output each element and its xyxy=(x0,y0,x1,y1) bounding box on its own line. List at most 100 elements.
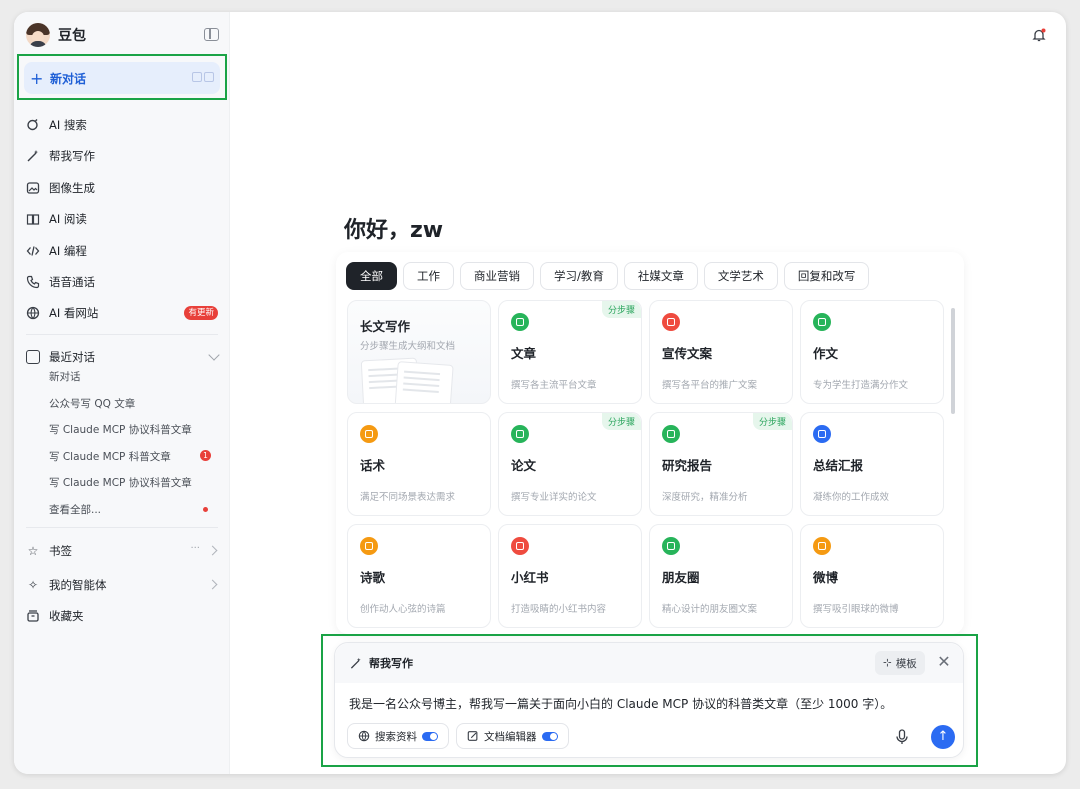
template-card[interactable]: 小红书打造吸睛的小红书内容 xyxy=(498,524,642,628)
card-icon xyxy=(662,313,680,331)
card-description: 撰写各主流平台文章 xyxy=(511,380,597,391)
card-icon xyxy=(360,425,378,443)
template-card[interactable]: 分步骤 文章 撰写各主流平台文章 xyxy=(498,300,642,404)
card-description: 撰写吸引眼球的微博 xyxy=(813,604,899,615)
card-title: 诗歌 xyxy=(360,570,386,585)
template-card[interactable]: 分步骤 研究报告 深度研究，精准分析 xyxy=(649,412,793,516)
card-title: 文章 xyxy=(511,346,537,361)
category-tabs: 全部 工作 商业营销 学习/教育 社媒文章 文学艺术 回复和改写 xyxy=(346,262,870,290)
card-description: 凝练你的工作成效 xyxy=(813,492,890,503)
card-description: 满足不同场景表达需求 xyxy=(360,492,456,503)
template-button[interactable]: ⊹ 模板 xyxy=(875,651,925,675)
category-tab[interactable]: 全部 xyxy=(346,262,397,290)
writing-wand-icon xyxy=(27,150,38,162)
scrollbar[interactable] xyxy=(951,308,955,414)
recent-chat-item[interactable]: 写 Claude MCP 协议科普文章 xyxy=(49,472,219,492)
recent-chat-label: 写 Claude MCP 协议科普文章 xyxy=(49,423,192,436)
template-card[interactable]: 长文写作分步骤生成大纲和文档 xyxy=(347,300,491,404)
card-icon xyxy=(511,425,529,443)
sidebar-item-ai-reading[interactable]: AI 阅读 xyxy=(26,207,218,231)
template-card[interactable]: 朋友圈精心设计的朋友圈文案 xyxy=(649,524,793,628)
doc-editor-toggle[interactable]: 文档编辑器 xyxy=(456,723,569,749)
search-materials-toggle[interactable]: 搜索资料 xyxy=(347,723,449,749)
template-card[interactable]: 话术 满足不同场景表达需求 xyxy=(347,412,491,516)
category-tab[interactable]: 学习/教育 xyxy=(540,262,618,290)
card-title: 长文写作 xyxy=(360,319,411,334)
template-card-grid: 长文写作 分步骤生成大纲和文档 分步骤 文章 撰写各主流平台文章 宣传文案 撰写各平台的推广… xyxy=(347,300,944,628)
sidebar-item-ai-website[interactable]: AI 看网站 有更新 xyxy=(26,301,218,325)
update-badge: 有更新 xyxy=(184,306,218,320)
recent-chat-item[interactable]: 公众号写 QQ 文章 xyxy=(49,393,219,413)
card-description: 打造吸睛的小红书内容 xyxy=(511,604,607,615)
globe-icon xyxy=(358,730,370,742)
new-chat-button[interactable]: + 新对话 xyxy=(24,62,220,94)
card-description: 精心设计的朋友圈文案 xyxy=(662,604,758,615)
arrow-up-icon: ↑ xyxy=(937,729,949,744)
plus-icon: + xyxy=(30,68,44,88)
recent-chat-item[interactable]: 写 Claude MCP 科普文章 1 xyxy=(49,446,219,466)
card-title: 宣传文案 xyxy=(662,346,713,361)
sidebar-item-ai-search[interactable]: AI 搜索 xyxy=(26,113,218,137)
sidebar-item-bookmarks[interactable]: ☆ 书签 ··· xyxy=(26,539,218,563)
microphone-icon[interactable] xyxy=(895,729,909,745)
card-title: 研究报告 xyxy=(662,458,713,473)
chevron-down-icon[interactable] xyxy=(208,349,220,361)
template-card[interactable]: 宣传文案 撰写各平台的推广文案 xyxy=(649,300,793,404)
card-title: 作文 xyxy=(813,346,839,361)
recent-chat-label: 写 Claude MCP 协议科普文章 xyxy=(49,476,192,489)
code-icon xyxy=(26,246,40,256)
document-preview-icon xyxy=(394,361,454,403)
toggle-switch[interactable] xyxy=(541,731,558,741)
sidebar-item-writing[interactable]: 帮我写作 xyxy=(26,144,218,168)
sidebar-item-label: AI 编程 xyxy=(49,244,87,258)
sidebar-item-label: 书签 xyxy=(49,544,72,558)
template-card[interactable]: 总结汇报 凝练你的工作成效 xyxy=(800,412,944,516)
card-title: 小红书 xyxy=(511,570,549,585)
template-card[interactable]: 作文专为学生打造满分作文 xyxy=(800,300,944,404)
recent-chat-item[interactable]: 新对话 xyxy=(49,366,219,386)
app-window: 豆包 + 新对话 AI 搜索 帮我写作 图像生成 AI 阅读 AI 编程 语音通… xyxy=(14,12,1066,774)
greeting-title: 你好，zw xyxy=(344,218,444,243)
sidebar-collapse-icon[interactable] xyxy=(204,28,219,41)
brand[interactable]: 豆包 xyxy=(26,21,86,49)
ai-search-icon xyxy=(27,119,38,131)
template-card[interactable]: 诗歌 创作动人心弦的诗篇 xyxy=(347,524,491,628)
toggle-switch[interactable] xyxy=(422,731,438,741)
category-tab[interactable]: 文学艺术 xyxy=(703,262,778,290)
close-icon[interactable]: ✕ xyxy=(935,653,953,671)
more-icon[interactable]: ··· xyxy=(190,543,200,554)
card-icon xyxy=(813,425,831,443)
notification-bell-icon[interactable] xyxy=(1032,28,1046,42)
template-sparkle-icon: ⊹ xyxy=(883,657,892,669)
sidebar-item-ai-coding[interactable]: AI 编程 xyxy=(26,239,218,263)
sidebar-item-label: AI 搜索 xyxy=(49,118,87,132)
recent-chat-label: 公众号写 QQ 文章 xyxy=(49,397,136,410)
category-tab[interactable]: 工作 xyxy=(403,262,454,290)
card-description: 专为学生打造满分作文 xyxy=(813,380,909,391)
card-description: 深度研究，精准分析 xyxy=(662,492,748,503)
sidebar-item-my-agents[interactable]: ✧ 我的智能体 xyxy=(26,573,218,597)
sidebar-item-favorites[interactable]: 收藏夹 xyxy=(26,604,218,628)
sidebar-item-voice-call[interactable]: 语音通话 xyxy=(26,270,218,294)
sidebar-item-label: 语音通话 xyxy=(49,275,95,289)
card-icon xyxy=(511,313,529,331)
template-card[interactable]: 微博 撰写吸引眼球的微博 xyxy=(800,524,944,628)
card-title: 朋友圈 xyxy=(662,570,700,585)
card-description: 分步骤生成大纲和文档 xyxy=(360,341,456,352)
shortcut-keys-icon xyxy=(192,72,214,82)
sparkle-icon: ✧ xyxy=(27,578,39,592)
recent-chat-item[interactable]: 写 Claude MCP 协议科普文章 xyxy=(49,419,219,439)
mode-label-text: 帮我写作 xyxy=(369,657,413,670)
avatar xyxy=(26,23,50,47)
view-all-chats-link[interactable]: 查看全部... xyxy=(49,499,219,519)
unread-count-badge: 1 xyxy=(200,450,211,461)
category-tab[interactable]: 回复和改写 xyxy=(783,262,870,290)
send-button[interactable]: ↑ xyxy=(931,725,955,749)
prompt-input[interactable]: 我是一名公众号博主，帮我写一篇关于面向小白的 Claude MCP 协议的科普类… xyxy=(349,695,892,712)
star-icon: ☆ xyxy=(27,544,39,558)
template-card[interactable]: 分步骤 论文 撰写专业详实的论文 xyxy=(498,412,642,516)
category-tab[interactable]: 商业营销 xyxy=(460,262,534,290)
card-icon xyxy=(813,537,831,555)
category-tab[interactable]: 社媒文章 xyxy=(623,262,698,290)
sidebar-item-image-generation[interactable]: 图像生成 xyxy=(26,176,218,200)
